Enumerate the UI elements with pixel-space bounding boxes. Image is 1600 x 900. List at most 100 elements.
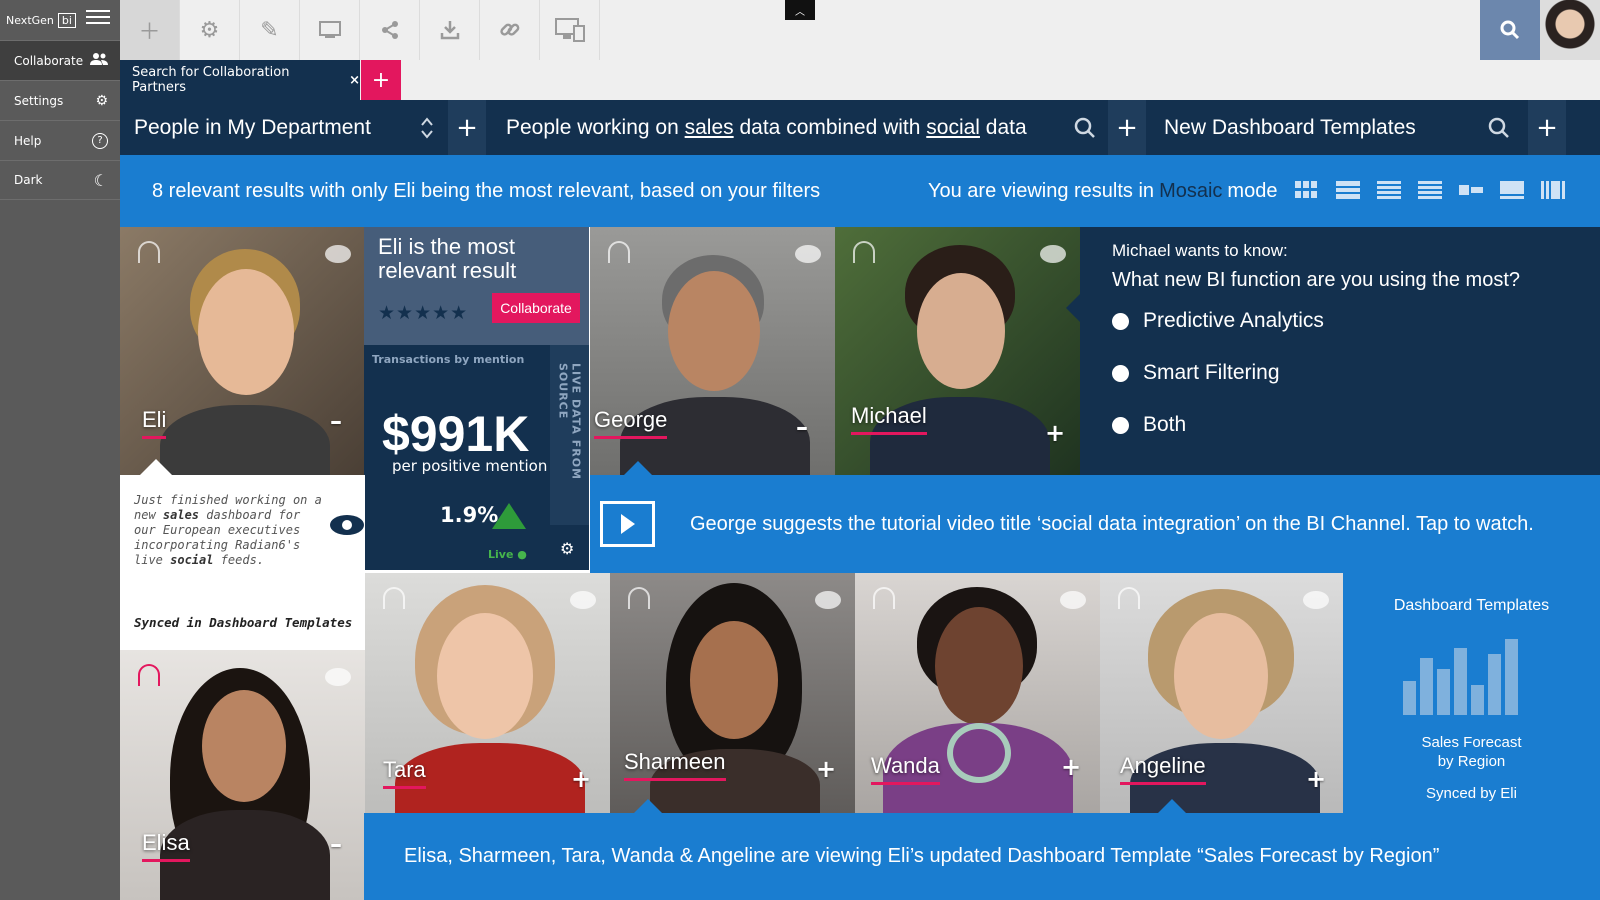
note-text: Just finished working on a new sales das…: [134, 493, 324, 568]
radio-button[interactable]: [1112, 364, 1129, 382]
poll-option-both[interactable]: Both: [1112, 413, 1186, 437]
query-sales-social[interactable]: People working on sales data combined wi…: [506, 100, 1066, 155]
rows-view-icon[interactable]: [1336, 181, 1360, 200]
link-icon[interactable]: [480, 0, 540, 60]
video-suggestion-bar[interactable]: George suggests the tutorial video title…: [590, 475, 1600, 573]
person-tile-tara[interactable]: Tara +: [365, 573, 610, 813]
compact-view-icon[interactable]: [1459, 181, 1483, 199]
sidebar-item-settings[interactable]: Settings ⚙: [0, 80, 120, 120]
person-name: Michael: [851, 403, 927, 435]
add-person-button[interactable]: +: [816, 755, 836, 783]
remove-person-button[interactable]: –: [796, 413, 808, 441]
person-tile-george[interactable]: George –: [590, 227, 835, 475]
query-text-part: data combined with: [733, 115, 927, 139]
plus-icon[interactable]: ＋: [120, 0, 180, 60]
share-icon[interactable]: [360, 0, 420, 60]
add-query-button[interactable]: +: [448, 100, 486, 155]
view-mode-name: Mosaic: [1159, 179, 1223, 202]
radio-button[interactable]: [1112, 312, 1129, 330]
search-icon[interactable]: [1484, 100, 1514, 155]
eye-icon[interactable]: [330, 515, 364, 535]
remove-person-button[interactable]: –: [330, 830, 342, 858]
sidebar-item-collaborate[interactable]: Collaborate: [0, 40, 120, 80]
filmstrip-view-icon[interactable]: [1541, 181, 1565, 199]
add-person-button[interactable]: +: [1061, 753, 1081, 781]
headset-icon[interactable]: [853, 241, 875, 263]
headset-icon[interactable]: [608, 241, 630, 263]
dashboard-template-name: Sales Forecast by Region: [1421, 734, 1522, 770]
sidebar-item-label: Dark: [14, 173, 43, 187]
add-query-button[interactable]: +: [1528, 100, 1566, 155]
live-label: Live: [488, 548, 514, 561]
live-indicator: Live ●: [488, 548, 527, 561]
dashboard-template-synced: Synced by Eli: [1426, 785, 1517, 802]
chat-bubble-icon[interactable]: [795, 245, 821, 263]
poll-option-predictive[interactable]: Predictive Analytics: [1112, 309, 1324, 333]
screen-icon[interactable]: [300, 0, 360, 60]
person-tile-wanda[interactable]: Wanda +: [855, 573, 1100, 813]
headset-icon[interactable]: [383, 587, 405, 609]
person-name: Angeline: [1120, 753, 1206, 785]
person-tile-michael[interactable]: Michael +: [835, 227, 1080, 475]
add-person-button[interactable]: +: [1306, 765, 1326, 793]
add-person-button[interactable]: +: [1045, 419, 1065, 447]
sidebar-item-dark[interactable]: Dark ☾: [0, 160, 120, 200]
app-root: NextGen bi Collaborate Settings ⚙ Help ?…: [0, 0, 1600, 900]
chat-bubble-icon[interactable]: [815, 591, 841, 609]
collaborate-button[interactable]: Collaborate: [492, 293, 580, 323]
query-dashboard-templates[interactable]: New Dashboard Templates: [1164, 100, 1484, 155]
grid-view-icon[interactable]: [1295, 181, 1319, 199]
headset-icon[interactable]: [1118, 587, 1140, 609]
trend-up-icon: [492, 503, 526, 529]
list-view-icon[interactable]: [1377, 181, 1401, 199]
chat-bubble-icon[interactable]: [1060, 591, 1086, 609]
query-people-department[interactable]: People in My Department: [134, 100, 414, 155]
hamburger-menu-icon[interactable]: [86, 10, 110, 30]
headset-icon[interactable]: [138, 241, 160, 263]
sidebar-item-help[interactable]: Help ?: [0, 120, 120, 160]
poll-option-smart-filtering[interactable]: Smart Filtering: [1112, 361, 1280, 385]
person-tile-angeline[interactable]: Angeline +: [1100, 573, 1343, 813]
results-summary: 8 relevant results with only Eli being t…: [152, 179, 821, 202]
chat-bubble-icon[interactable]: [325, 245, 351, 263]
remove-person-button[interactable]: –: [330, 407, 342, 435]
devices-icon[interactable]: [540, 0, 600, 60]
person-tile-sharmeen[interactable]: Sharmeen +: [610, 573, 855, 813]
user-avatar[interactable]: [1540, 0, 1600, 60]
download-icon[interactable]: [420, 0, 480, 60]
search-icon[interactable]: [1070, 100, 1100, 155]
add-tab-button[interactable]: +: [361, 60, 401, 100]
headset-icon[interactable]: [628, 587, 650, 609]
sidebar-item-label: Collaborate: [14, 53, 84, 68]
live-data-label: LIVE DATA FROM SOURCE: [550, 345, 589, 525]
gear-icon[interactable]: ⚙: [180, 0, 240, 60]
search-icon[interactable]: [1480, 0, 1540, 60]
sort-updown-icon[interactable]: [412, 100, 442, 155]
close-icon[interactable]: ×: [349, 73, 360, 88]
chat-bubble-icon[interactable]: [570, 591, 596, 609]
person-name: Wanda: [871, 753, 940, 785]
chat-bubble-icon[interactable]: [1303, 591, 1329, 609]
collapse-toolbar-button[interactable]: ︿: [785, 0, 815, 20]
pencil-icon[interactable]: ✎: [240, 0, 300, 60]
headset-icon[interactable]: [873, 587, 895, 609]
chat-bubble-icon[interactable]: [325, 668, 351, 686]
eli-relevance-panel: Eli is the most relevant result ★★★★★ Co…: [364, 227, 589, 345]
radio-button[interactable]: [1112, 416, 1129, 434]
video-play-icon[interactable]: [600, 501, 655, 547]
widget-settings-icon[interactable]: ⚙: [560, 539, 574, 558]
single-view-icon[interactable]: [1500, 181, 1524, 199]
chat-bubble-icon[interactable]: [1040, 245, 1066, 263]
view-mode-prefix: You are viewing results in: [928, 179, 1155, 202]
app-logo[interactable]: NextGen bi: [0, 0, 80, 40]
person-tile-elisa[interactable]: Elisa –: [120, 650, 365, 900]
detail-list-view-icon[interactable]: [1418, 181, 1442, 199]
headset-icon[interactable]: [138, 664, 160, 686]
tab-search-collaboration-partners[interactable]: Search for Collaboration Partners ×: [120, 60, 360, 100]
add-query-button[interactable]: +: [1108, 100, 1146, 155]
dashboard-template-card[interactable]: Dashboard Templates Sales Forecast by Re…: [1343, 573, 1600, 813]
add-person-button[interactable]: +: [571, 765, 591, 793]
person-tile-eli[interactable]: Eli –: [120, 227, 365, 475]
person-name: Tara: [383, 757, 426, 789]
transactions-title: Transactions by mention: [372, 353, 525, 366]
